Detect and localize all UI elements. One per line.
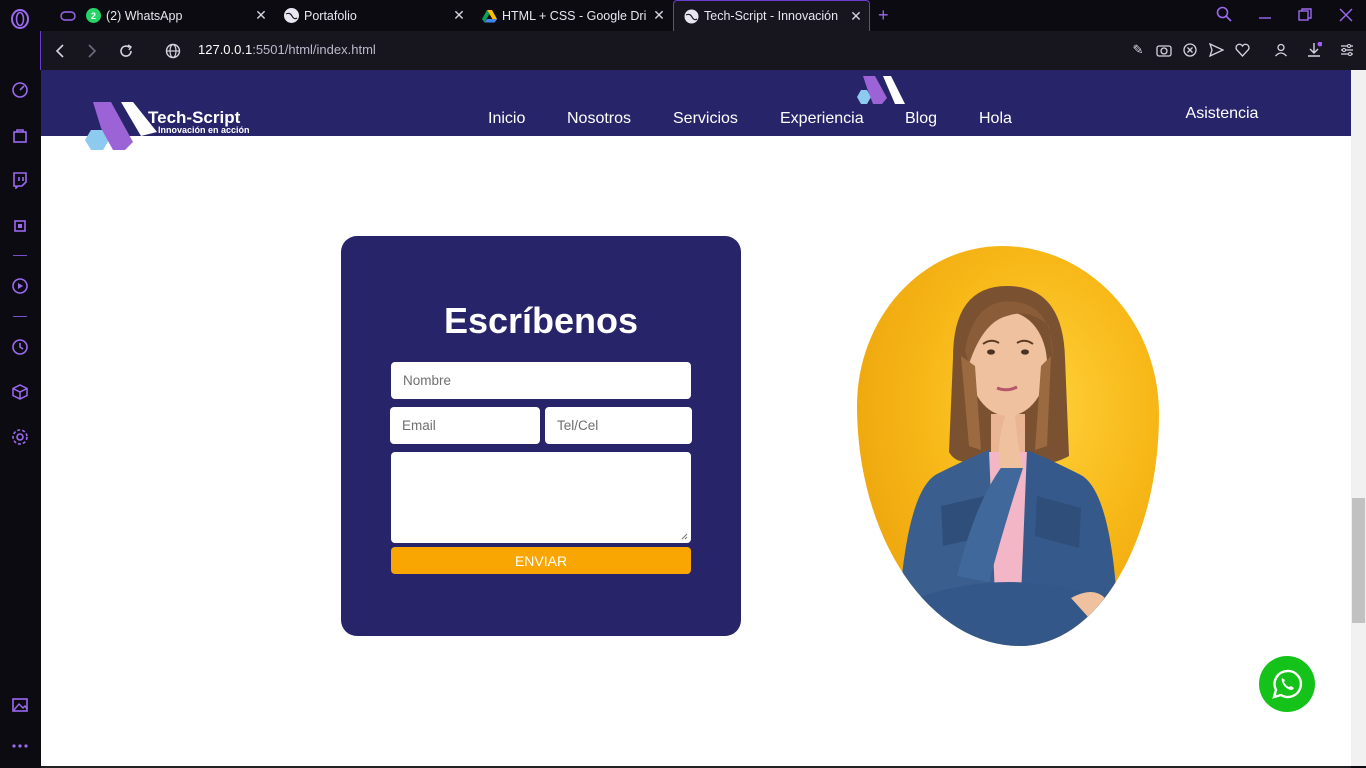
globe-icon (684, 9, 699, 24)
resize-grip-icon[interactable] (681, 533, 688, 540)
nav-link-nosotros[interactable]: Nosotros (567, 110, 631, 128)
site-info-globe-icon[interactable] (163, 41, 183, 61)
close-tab-icon[interactable]: ✕ (849, 8, 863, 24)
close-window-icon[interactable] (1339, 8, 1353, 25)
sidebar-divider (13, 255, 27, 256)
globe-icon (284, 8, 299, 23)
search-tabs-icon[interactable] (1216, 6, 1232, 25)
name-placeholder: Nombre (403, 373, 452, 388)
nav-link-blog[interactable]: Blog (905, 110, 937, 128)
easy-setup-icon[interactable]: ✎ (1130, 42, 1146, 58)
sidebar-divider (13, 316, 27, 317)
ad-blocker-icon[interactable] (1182, 42, 1198, 58)
back-arrow-icon[interactable] (50, 41, 70, 61)
forward-arrow-icon[interactable] (82, 41, 102, 61)
phone-placeholder: Tel/Cel (557, 418, 599, 433)
restore-icon[interactable] (1298, 8, 1312, 25)
tab-google-drive[interactable]: HTML + CSS - Google Drive ✕ (472, 0, 672, 31)
extensions-cube-icon[interactable] (10, 382, 30, 402)
history-clock-icon[interactable] (10, 337, 30, 357)
google-drive-icon (482, 8, 497, 23)
close-tab-icon[interactable]: ✕ (254, 7, 268, 23)
tab-whatsapp[interactable]: 2 (2) WhatsApp ✕ (76, 0, 274, 31)
page-scrollbar-thumb[interactable] (1352, 498, 1365, 623)
nav-link-servicios[interactable]: Servicios (673, 110, 738, 128)
url-path: :5501/html/index.html (252, 42, 376, 57)
opera-logo-icon[interactable] (10, 9, 30, 29)
nav-link-experiencia[interactable]: Experiencia (780, 110, 864, 128)
downloads-icon[interactable] (1306, 42, 1322, 58)
profile-icon[interactable] (1273, 42, 1289, 58)
cpu-chip-icon[interactable] (10, 216, 30, 236)
phone-field[interactable]: Tel/Cel (545, 407, 692, 444)
url-host: 127.0.0.1 (198, 42, 253, 57)
whatsapp-icon (1272, 669, 1303, 699)
message-textarea[interactable] (391, 452, 691, 543)
more-dots-icon[interactable] (10, 736, 30, 756)
snapshot-camera-icon[interactable] (1156, 42, 1172, 58)
send-icon[interactable] (1208, 42, 1224, 58)
shopping-bag-icon[interactable] (10, 125, 30, 145)
email-placeholder: Email (402, 418, 436, 433)
easy-settings-sliders-icon[interactable] (1339, 42, 1355, 58)
page-viewport: Tech-Script Innovación en acción Inicio … (41, 70, 1351, 766)
workspace-gamepad-icon[interactable] (50, 0, 76, 31)
tab-title: HTML + CSS - Google Drive (502, 8, 646, 23)
url-field[interactable]: 127.0.0.1:5501/html/index.html (198, 42, 376, 57)
center-logo-icon (853, 74, 907, 111)
gallery-image-icon[interactable] (10, 695, 30, 715)
reload-icon[interactable] (116, 41, 136, 61)
send-button[interactable]: ENVIAR (391, 547, 691, 574)
heart-icon[interactable] (1234, 42, 1250, 58)
form-title: Escríbenos (443, 300, 639, 341)
tab-strip: 2 (2) WhatsApp ✕ Portafolio ✕ HTML + CSS… (40, 0, 1366, 31)
email-field[interactable]: Email (390, 407, 540, 444)
settings-gear-icon[interactable] (10, 427, 30, 447)
speed-dial-icon[interactable] (10, 80, 30, 100)
twitch-icon[interactable] (10, 170, 30, 190)
address-bar: 127.0.0.1:5501/html/index.html ✎ (40, 31, 1366, 70)
assistance-button[interactable]: Asistencia (1138, 98, 1306, 136)
thinking-woman-photo (857, 246, 1159, 646)
player-icon[interactable] (10, 276, 30, 296)
minimize-icon[interactable] (1258, 4, 1272, 23)
whatsapp-float-button[interactable] (1259, 656, 1315, 712)
browser-sidebar (0, 0, 40, 768)
tab-title: Tech-Script - Innovación (704, 9, 839, 23)
tab-portafolio[interactable]: Portafolio ✕ (274, 0, 472, 31)
nav-link-hola[interactable]: Hola (979, 110, 1012, 128)
page-scrollbar-track[interactable] (1351, 70, 1366, 766)
brand-tagline: Innovación en acción (158, 125, 250, 135)
tab-title: Portafolio (304, 8, 357, 23)
close-tab-icon[interactable]: ✕ (652, 7, 666, 23)
tab-title: (2) WhatsApp (106, 8, 183, 23)
new-tab-plus-icon[interactable]: + (878, 5, 889, 26)
contact-form-card: Escríbenos Nombre Email Tel/Cel ENVIAR (341, 236, 741, 636)
nav-link-inicio[interactable]: Inicio (488, 110, 525, 128)
whatsapp-badge-icon: 2 (86, 8, 101, 23)
close-tab-icon[interactable]: ✕ (452, 7, 466, 23)
name-field[interactable]: Nombre (391, 362, 691, 399)
tab-tech-script[interactable]: Tech-Script - Innovación ✕ (673, 0, 870, 31)
